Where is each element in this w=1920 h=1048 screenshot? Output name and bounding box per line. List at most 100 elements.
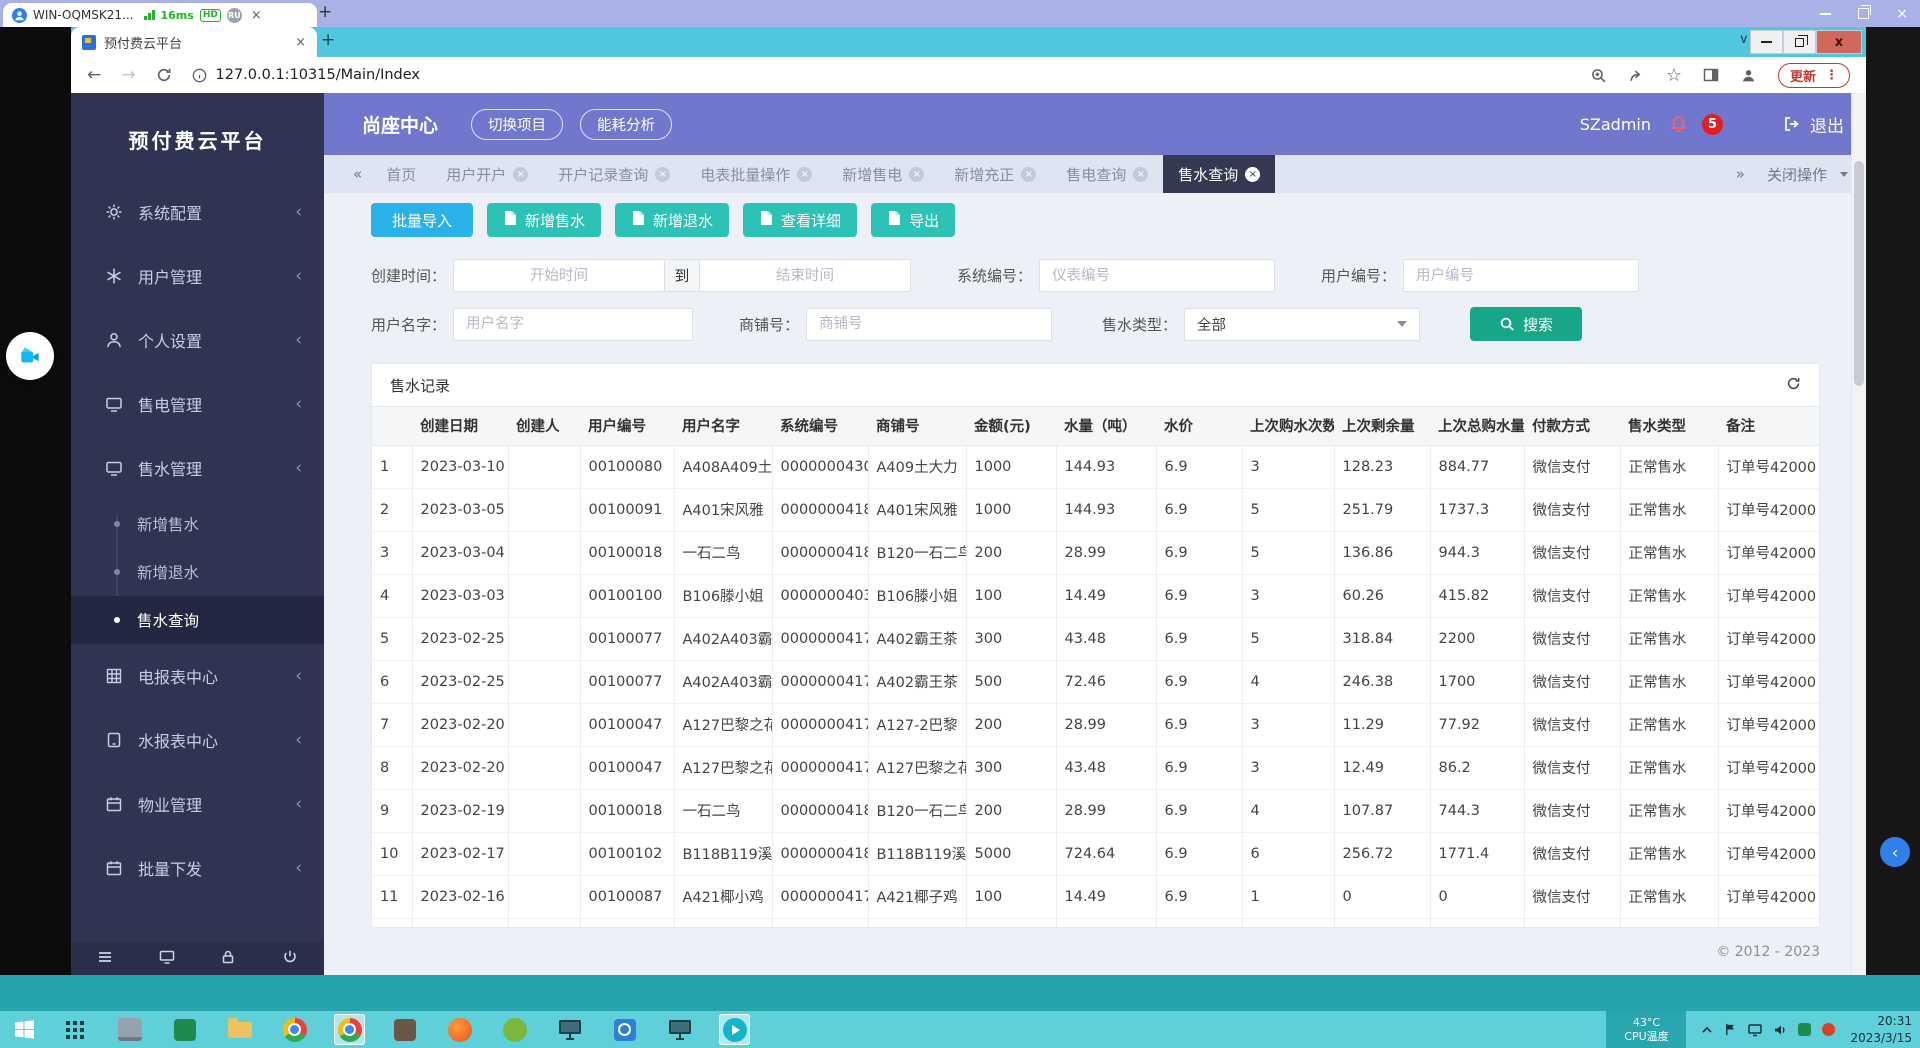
remote-session-tab[interactable]: WIN-OQMSK21... 16ms HD RU × — [3, 3, 317, 27]
sidebar-item-售水管理[interactable]: 售水管理‹ — [71, 436, 324, 500]
inner-restore-icon[interactable] — [1783, 30, 1816, 54]
minimize-icon[interactable] — [1820, 13, 1831, 15]
tab-开户记录查询[interactable]: 开户记录查询× — [543, 155, 685, 193]
tabs-scroll-right-icon[interactable]: » — [1736, 165, 1745, 183]
monitor-tray-icon[interactable] — [1748, 1023, 1762, 1037]
table-row[interactable]: 102023-02-1700100102B118B119溪0000000418B… — [372, 832, 1819, 875]
power-icon[interactable] — [282, 949, 298, 969]
tab-新增充正[interactable]: 新增充正× — [939, 155, 1051, 193]
table-row[interactable]: 112023-02-1600100087A421椰小鸡0000000417A42… — [372, 875, 1819, 918]
task-grid-icon[interactable] — [59, 1014, 90, 1045]
shop-no-input[interactable] — [806, 308, 1052, 341]
speaker-icon[interactable] — [1773, 1023, 1787, 1037]
table-row[interactable]: 72023-02-2000100047A127巴黎之花0000000417A12… — [372, 703, 1819, 746]
restore-icon[interactable] — [1858, 8, 1869, 19]
tab-电表批量操作[interactable]: 电表批量操作× — [685, 155, 827, 193]
meeting-app-icon[interactable] — [719, 1014, 750, 1045]
game-app-icon[interactable] — [499, 1014, 530, 1045]
table-row[interactable]: 32023-03-0400100018一石二鸟0000000418B120一石二… — [372, 531, 1819, 574]
refresh-icon[interactable] — [1786, 376, 1801, 395]
导出-button[interactable]: 导出 — [871, 203, 955, 237]
table-row[interactable]: 12023-03-1000100080A408A409土大力0000000430… — [372, 445, 1819, 488]
sidebar-item-售电管理[interactable]: 售电管理‹ — [71, 372, 324, 436]
monitor-icon[interactable] — [159, 949, 175, 969]
tab-首页[interactable]: 首页 — [371, 155, 431, 193]
sidebar-subitem-新增退水[interactable]: 新增退水 — [71, 548, 324, 596]
firefox-app-icon[interactable] — [444, 1014, 475, 1045]
forward-icon[interactable]: → — [121, 65, 135, 85]
tab-售水查询[interactable]: 售水查询× — [1163, 155, 1275, 193]
tab-close-icon[interactable]: × — [909, 167, 924, 182]
sidebar-item-个人设置[interactable]: 个人设置‹ — [71, 308, 324, 372]
meeting-float-ball[interactable] — [6, 332, 54, 380]
address-bar[interactable]: 127.0.0.1:10315/Main/Index — [192, 67, 421, 83]
browser-tab-close-icon[interactable]: × — [295, 35, 306, 50]
profile-icon[interactable] — [1740, 67, 1757, 84]
table-row[interactable]: 82023-02-2000100047A127巴黎之花0000000417A12… — [372, 746, 1819, 789]
tab-新增售电[interactable]: 新增售电× — [827, 155, 939, 193]
zoom-icon[interactable] — [1590, 67, 1607, 84]
chevron-down-icon[interactable]: ∨ — [1739, 32, 1749, 47]
新增退水-button[interactable]: 新增退水 — [615, 203, 729, 237]
sidebar-item-水报表中心[interactable]: 水报表中心‹ — [71, 708, 324, 772]
table-row[interactable]: 122023-02-1600100047A127巴黎之花0000000417A1… — [372, 918, 1819, 928]
user-name-input[interactable] — [453, 308, 693, 341]
navbar-pill-能耗分析[interactable]: 能耗分析 — [580, 109, 672, 140]
terminal-app-icon[interactable] — [169, 1014, 200, 1045]
新增售水-button[interactable]: 新增售水 — [487, 203, 601, 237]
file-explorer-icon[interactable] — [224, 1014, 255, 1045]
side-panel-icon[interactable] — [1703, 67, 1719, 83]
tab-close-icon[interactable]: × — [1245, 167, 1260, 182]
sidebar-item-批量下发[interactable]: 批量下发‹ — [71, 836, 324, 900]
tab-用户开户[interactable]: 用户开户× — [431, 155, 543, 193]
taskbar-clock[interactable]: 20:31 2023/3/15 — [1850, 1013, 1912, 1045]
share-icon[interactable] — [1628, 67, 1645, 84]
system-no-input[interactable] — [1039, 259, 1275, 292]
browser-new-tab-icon[interactable]: + — [321, 30, 335, 50]
antivirus-tray-icon[interactable] — [1798, 1023, 1811, 1036]
sidebar-subitem-售水查询[interactable]: 售水查询 — [71, 596, 324, 644]
批量导入-button[interactable]: 批量导入 — [371, 203, 473, 237]
table-row[interactable]: 62023-02-2500100077A402A403霸王茶0000000417… — [372, 660, 1819, 703]
inner-minimize-icon[interactable] — [1750, 30, 1783, 54]
tabs-scroll-left-icon[interactable]: « — [353, 165, 362, 183]
page-scrollbar[interactable] — [1851, 93, 1866, 975]
bell-icon[interactable] — [1669, 115, 1688, 134]
chrome-app-icon[interactable] — [279, 1014, 310, 1045]
settings-app-icon[interactable] — [609, 1014, 640, 1045]
water-type-select[interactable]: 全部 — [1184, 308, 1420, 341]
table-row[interactable]: 42023-03-0300100100B106滕小姐0000000403B106… — [372, 574, 1819, 617]
tab-售电查询[interactable]: 售电查询× — [1051, 155, 1163, 193]
site-info-icon[interactable] — [192, 68, 207, 83]
tab-close-icon[interactable]: × — [1021, 167, 1036, 182]
username-label[interactable]: SZadmin — [1580, 115, 1651, 134]
close-icon[interactable]: × — [1896, 7, 1908, 21]
flag-icon[interactable] — [1724, 1023, 1737, 1036]
tray-expand-icon[interactable] — [1701, 1024, 1713, 1036]
chrome-active-app-icon[interactable] — [334, 1014, 365, 1045]
end-time-input[interactable] — [699, 259, 911, 292]
sidebar-subitem-新增售水[interactable]: 新增售水 — [71, 500, 324, 548]
tab-close-icon[interactable]: × — [513, 167, 528, 182]
remote-tab-close-icon[interactable]: × — [251, 8, 262, 23]
logout-button[interactable]: 退出 — [1783, 112, 1844, 137]
display2-app-icon[interactable] — [664, 1014, 695, 1045]
tray-app-icon[interactable] — [1822, 1023, 1835, 1036]
menu-icon[interactable] — [97, 949, 113, 969]
back-icon[interactable]: ← — [87, 65, 101, 85]
browser-tab[interactable]: 预付费云平台 × — [71, 27, 317, 57]
lock-icon[interactable] — [220, 949, 236, 969]
sidebar-item-系统配置[interactable]: 系统配置‹ — [71, 180, 324, 244]
tab-close-icon[interactable]: × — [1133, 167, 1148, 182]
cpu-temp-widget[interactable]: 43°C CPU温度 — [1606, 1011, 1686, 1048]
查看详细-button[interactable]: 查看详细 — [743, 203, 857, 237]
table-row[interactable]: 22023-03-0500100091A401宋风雅0000000418A401… — [372, 488, 1819, 531]
remote-new-tab-icon[interactable]: + — [318, 2, 332, 22]
display-app-icon[interactable] — [554, 1014, 585, 1045]
sidebar-item-电报表中心[interactable]: 电报表中心‹ — [71, 644, 324, 708]
sidebar-item-物业管理[interactable]: 物业管理‹ — [71, 772, 324, 836]
start-button[interactable] — [14, 1019, 35, 1040]
search-button[interactable]: 搜索 — [1470, 307, 1582, 341]
close-operations-button[interactable]: 关闭操作 — [1767, 164, 1827, 185]
reload-icon[interactable] — [156, 67, 172, 83]
